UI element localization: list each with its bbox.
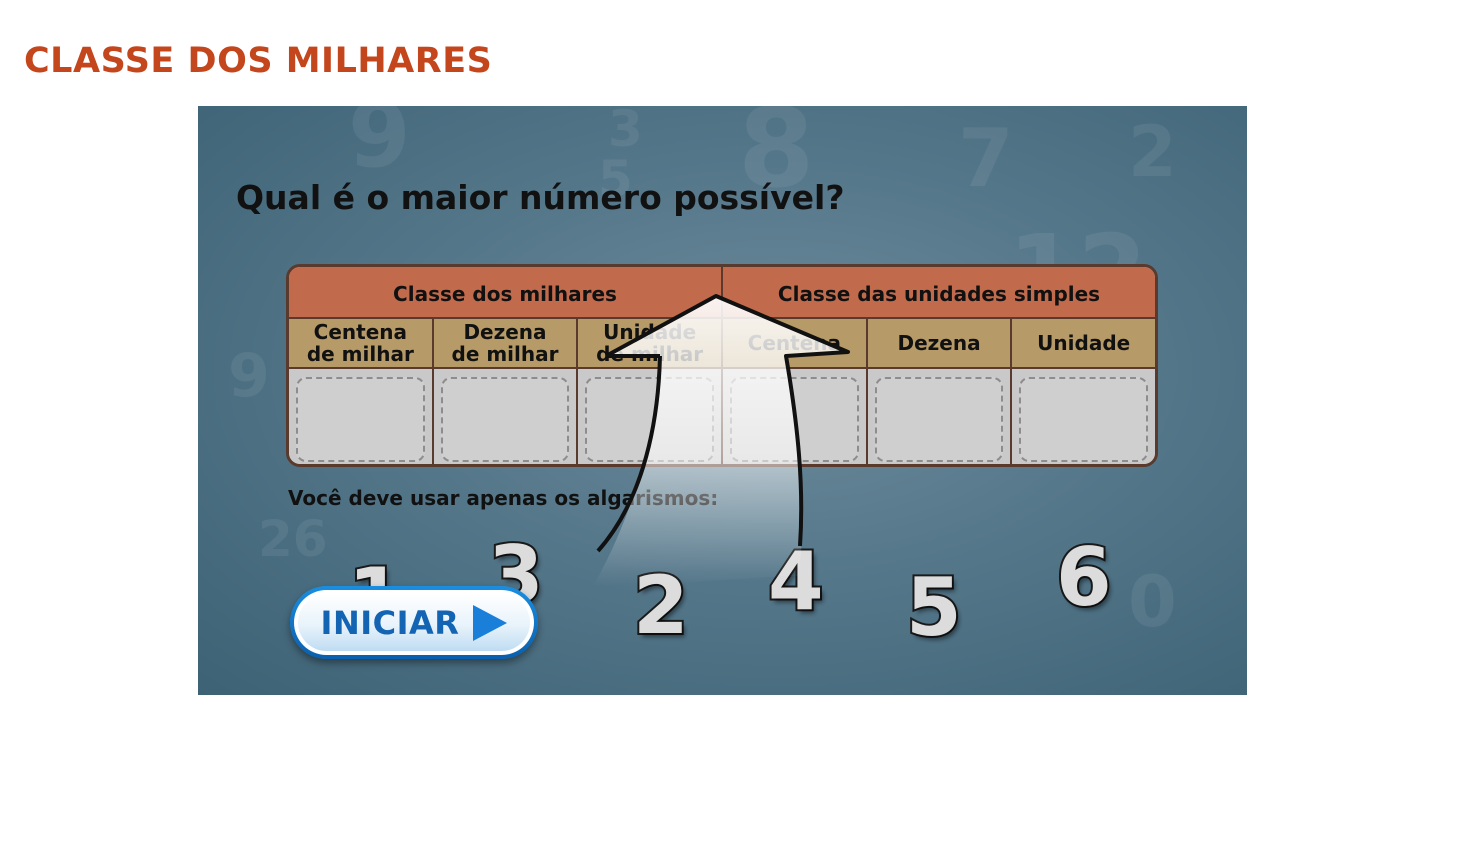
slot-cell <box>721 369 866 464</box>
order-ten-thousands-header: Dezena de milhar <box>431 319 577 367</box>
digit-tile-2[interactable]: 2 <box>631 564 691 648</box>
order-thousands-header: Unidade de milhar <box>576 319 721 367</box>
drop-slot-hundreds[interactable] <box>730 377 859 462</box>
class-header-row: Classe dos milhares Classe das unidades … <box>289 267 1155 319</box>
class-units-header: Classe das unidades simples <box>721 267 1155 317</box>
play-icon <box>473 604 508 641</box>
start-button-face: INICIAR <box>298 594 530 651</box>
drop-slot-tens[interactable] <box>874 377 1004 462</box>
order-header-row: Centena de milhar Dezena de milhar Unida… <box>289 319 1155 369</box>
class-thousands-header: Classe dos milhares <box>393 282 617 306</box>
digit-tile-4[interactable]: 4 <box>766 540 826 624</box>
svg-text:7: 7 <box>958 112 1014 205</box>
start-button-label: INICIAR <box>320 603 460 642</box>
drop-slot-units[interactable] <box>1019 377 1149 462</box>
svg-text:9: 9 <box>228 341 270 411</box>
drop-slot-hundred-thousands[interactable] <box>296 377 425 462</box>
order-hundreds-header: Centena <box>721 319 866 367</box>
svg-text:9: 9 <box>348 106 411 188</box>
slot-cell <box>865 369 1011 464</box>
drop-slot-thousands[interactable] <box>585 377 715 462</box>
start-button-border: INICIAR <box>294 590 534 655</box>
slot-cell <box>289 369 432 464</box>
order-hundred-thousands-header: Centena de milhar <box>306 320 414 366</box>
svg-text:26: 26 <box>258 510 328 568</box>
slot-cell <box>576 369 721 464</box>
instruction-text: Você deve usar apenas os algarismos: <box>288 486 719 510</box>
digit-tile-5[interactable]: 5 <box>904 566 964 650</box>
digit-tile-6[interactable]: 6 <box>1054 536 1114 620</box>
question-text: Qual é o maior número possível? <box>236 178 845 217</box>
svg-text:0: 0 <box>1128 561 1177 643</box>
drop-slot-ten-thousands[interactable] <box>440 377 570 462</box>
svg-text:2: 2 <box>1128 111 1177 193</box>
place-value-table: Classe dos milhares Classe das unidades … <box>286 264 1158 467</box>
page-title: CLASSE DOS MILHARES <box>24 41 493 81</box>
order-units-header: Unidade <box>1010 319 1155 367</box>
slot-cell <box>431 369 577 464</box>
game-stage: 9 3 5 8 7 2 12 9 26 0 0 Qual é o maior n… <box>198 106 1247 695</box>
digit-slot-row <box>289 369 1155 464</box>
start-button[interactable]: INICIAR <box>290 586 538 659</box>
slot-cell <box>1010 369 1155 464</box>
order-tens-header: Dezena <box>865 319 1011 367</box>
